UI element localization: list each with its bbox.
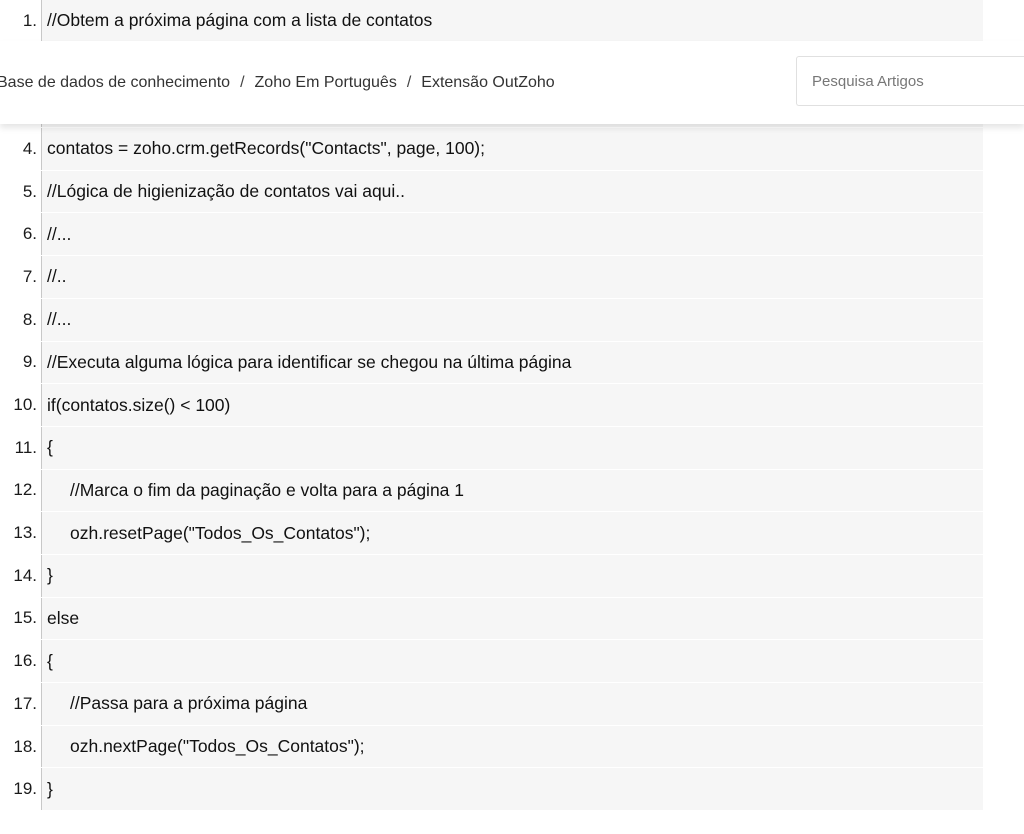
code-text: //..	[42, 256, 983, 298]
code-text: //...	[42, 298, 983, 341]
line-number: 19.	[0, 768, 42, 811]
code-text: //Passa para a próxima página	[42, 683, 983, 725]
code-text: }	[42, 768, 983, 811]
code-line: 19. }	[0, 768, 983, 812]
code-line: 14. }	[0, 554, 983, 598]
page: 1. //Obtem a próxima página com a lista …	[0, 0, 1024, 834]
search-box	[796, 56, 1024, 106]
code-line: 18. ozh.nextPage("Todos_Os_Contatos");	[0, 725, 983, 769]
code-line: 4. contatos = zoho.crm.getRecords("Conta…	[0, 128, 983, 171]
line-number: 7.	[0, 256, 42, 298]
code-line: 15. else	[0, 597, 983, 641]
line-number: 10.	[0, 384, 42, 426]
breadcrumb-separator: /	[240, 73, 245, 91]
line-number: 8.	[0, 298, 42, 341]
code-text: //Executa alguma lógica para identificar…	[42, 341, 983, 384]
code-text: //Lógica de higienização de contatos vai…	[42, 170, 983, 213]
line-number: 11.	[0, 426, 42, 469]
line-number: 15.	[0, 597, 42, 640]
line-number: 6.	[0, 213, 42, 256]
code-line: 11. {	[0, 426, 983, 470]
line-number: 14.	[0, 554, 42, 597]
code-line: 8. //...	[0, 298, 983, 342]
code-text: //Marca o fim da paginação e volta para …	[42, 469, 983, 512]
code-line: 1. //Obtem a próxima página com a lista …	[0, 0, 983, 43]
breadcrumb-item-extensao-outzoho[interactable]: Extensão OutZoho	[421, 74, 554, 92]
code-text: //...	[42, 213, 983, 256]
line-number: 5.	[0, 170, 42, 213]
search-input[interactable]	[797, 56, 1024, 106]
code-text: {	[42, 640, 983, 682]
code-text: else	[42, 597, 983, 640]
line-number: 4.	[0, 128, 42, 170]
code-line: 13. ozh.resetPage("Todos_Os_Contatos");	[0, 512, 983, 555]
code-line: 12. //Marca o fim da paginação e volta p…	[0, 469, 983, 513]
code-text: {	[42, 426, 983, 469]
code-line: 16. {	[0, 640, 983, 683]
code-line: 17. //Passa para a próxima página	[0, 683, 983, 726]
line-number: 16.	[0, 640, 42, 682]
code-line: 9. //Executa alguma lógica para identifi…	[0, 341, 983, 385]
line-number: 17.	[0, 683, 42, 725]
code-line: 6. //...	[0, 213, 983, 257]
code-text: //Obtem a próxima página com a lista de …	[42, 0, 983, 42]
code-text: ozh.resetPage("Todos_Os_Contatos");	[42, 512, 983, 554]
code-text: if(contatos.size() < 100)	[42, 384, 983, 426]
breadcrumb-separator: /	[406, 73, 412, 91]
line-number: 1.	[0, 0, 42, 42]
code-text: ozh.nextPage("Todos_Os_Contatos");	[42, 725, 983, 768]
line-number: 9.	[0, 341, 42, 384]
code-text: contatos = zoho.crm.getRecords("Contacts…	[42, 128, 983, 170]
line-number: 18.	[0, 725, 42, 768]
line-number: 13.	[0, 512, 42, 554]
code-text: }	[42, 554, 983, 597]
code-line: 7. //..	[0, 256, 983, 299]
code-line: 10. if(contatos.size() < 100)	[0, 384, 983, 427]
breadcrumb-item-knowledge-base[interactable]: Base de dados de conhecimento	[0, 74, 230, 92]
sticky-header: Base de dados de conhecimento / Zoho Em …	[0, 41, 1024, 124]
line-number: 12.	[0, 469, 42, 512]
breadcrumb: Base de dados de conhecimento / Zoho Em …	[0, 74, 555, 92]
breadcrumb-item-zoho-em-portugues[interactable]: Zoho Em Português	[255, 74, 397, 92]
code-line: 5. //Lógica de higienização de contatos …	[0, 170, 983, 214]
